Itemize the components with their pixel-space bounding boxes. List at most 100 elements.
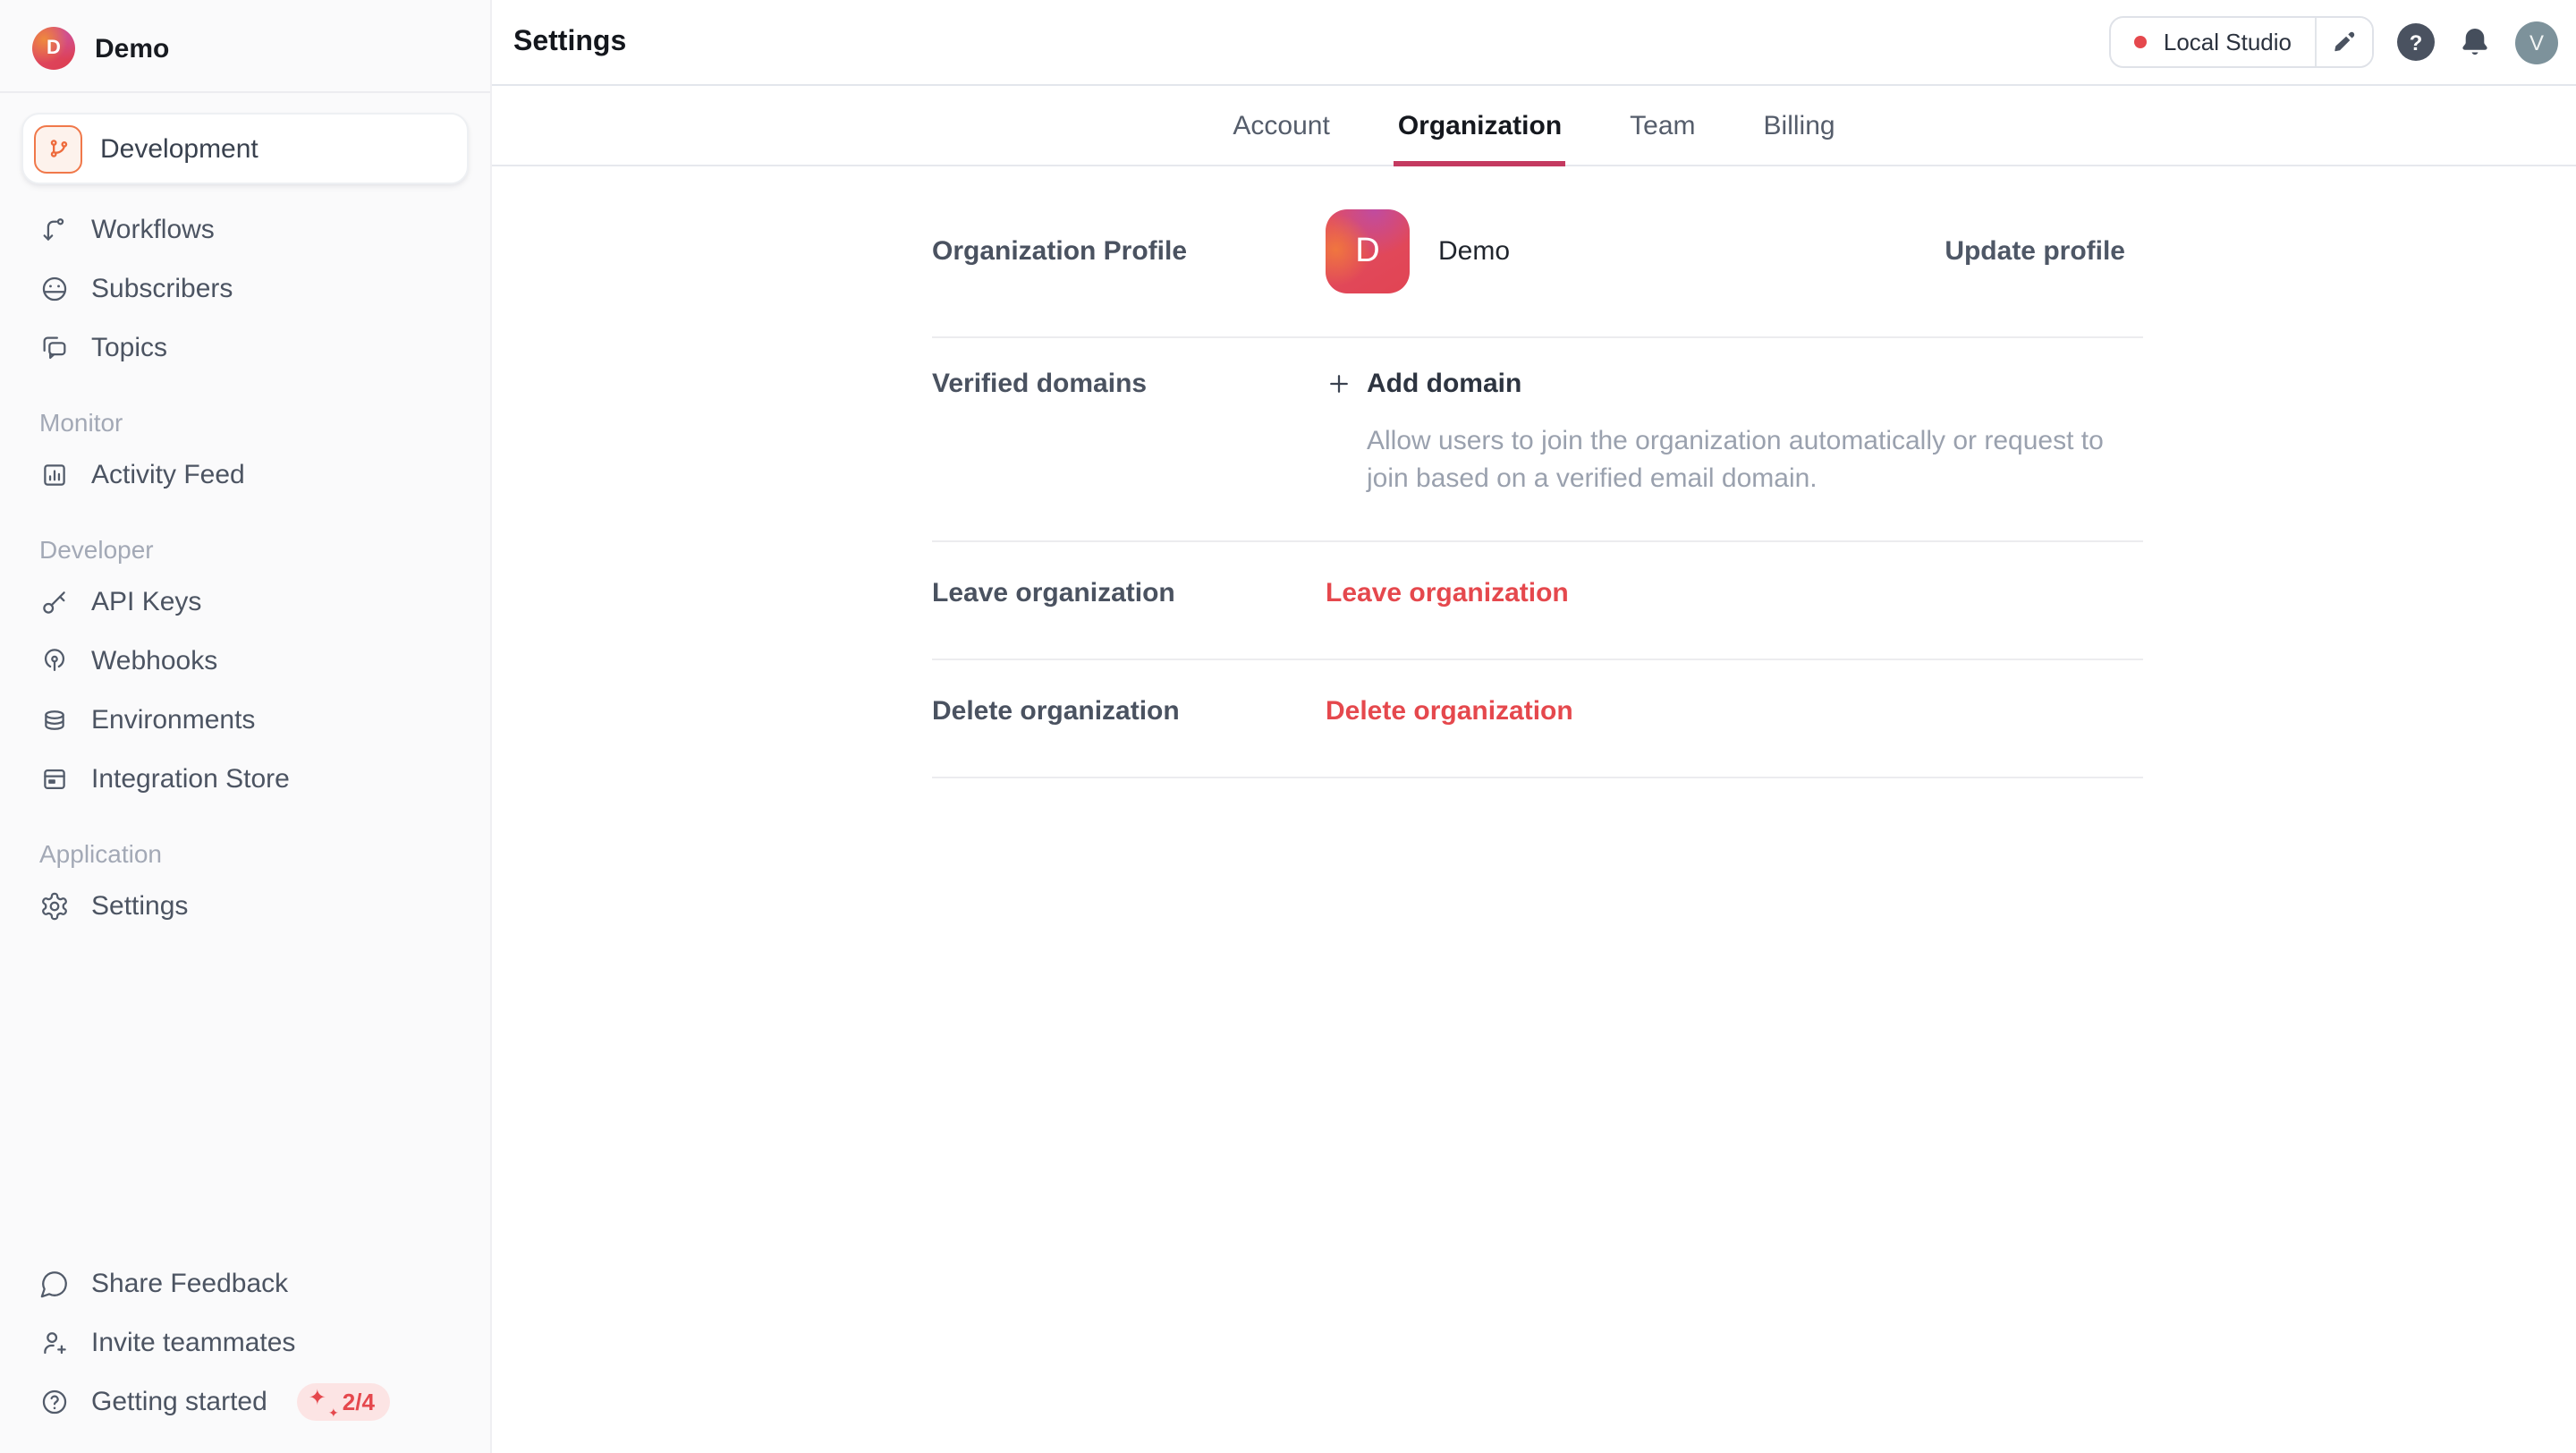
- organization-avatar: D: [1326, 209, 1410, 293]
- tab-label: Team: [1630, 110, 1695, 140]
- org-name: Demo: [95, 33, 169, 64]
- tab-organization[interactable]: Organization: [1394, 86, 1565, 165]
- activity-feed-icon: [39, 460, 70, 490]
- getting-started-button[interactable]: Getting started ✦✦ 2/4: [21, 1372, 469, 1432]
- topics-icon: [39, 333, 70, 363]
- tab-label: Organization: [1398, 110, 1562, 140]
- tab-label: Account: [1233, 110, 1329, 140]
- app-window: D Demo Development Workflows: [0, 0, 2576, 1453]
- share-feedback-label: Share Feedback: [91, 1269, 288, 1299]
- sidebar: D Demo Development Workflows: [0, 0, 492, 1453]
- row-label: Delete organization: [932, 696, 1326, 726]
- environment-selector[interactable]: Development: [21, 113, 469, 184]
- sidebar-item-label: API Keys: [91, 587, 201, 617]
- sidebar-item-label: Topics: [91, 333, 167, 363]
- row-label: Verified domains: [932, 369, 1326, 399]
- nav-section-monitor: Monitor: [21, 408, 469, 437]
- sidebar-item-environments[interactable]: Environments: [21, 691, 469, 750]
- leave-organization-button[interactable]: Leave organization: [1326, 578, 1569, 608]
- top-bar-actions: Local Studio ?: [2110, 16, 2558, 68]
- sidebar-item-integration-store[interactable]: Integration Store: [21, 750, 469, 809]
- key-icon: [39, 587, 70, 617]
- sparkles-icon: ✦✦: [310, 1389, 335, 1415]
- user-avatar-initial: V: [2529, 30, 2544, 55]
- sidebar-item-label: Webhooks: [91, 646, 217, 676]
- delete-organization-button[interactable]: Delete organization: [1326, 696, 1573, 726]
- sidebar-nav: Workflows Subscribers To: [21, 200, 469, 936]
- question-mark-icon: ?: [2410, 30, 2423, 55]
- subscribers-icon: [39, 274, 70, 304]
- organization-settings-content: Organization Profile D Demo Update profi…: [932, 166, 2143, 778]
- help-circle-icon: [39, 1387, 70, 1417]
- tab-team[interactable]: Team: [1626, 86, 1699, 165]
- git-branch-icon: [34, 124, 82, 173]
- local-studio-label: Local Studio: [2164, 29, 2292, 55]
- notifications-button[interactable]: [2458, 25, 2492, 59]
- main-area: Settings Local Studio: [492, 0, 2576, 1453]
- add-domain-label: Add domain: [1367, 369, 1521, 399]
- sidebar-item-topics[interactable]: Topics: [21, 319, 469, 378]
- sidebar-item-label: Activity Feed: [91, 460, 245, 490]
- org-switcher[interactable]: D Demo: [21, 23, 469, 91]
- plus-icon: [1326, 370, 1352, 397]
- sidebar-item-workflows[interactable]: Workflows: [21, 200, 469, 259]
- database-icon: [39, 705, 70, 735]
- verified-domains-description: Allow users to join the organization aut…: [1367, 422, 2143, 497]
- tab-billing[interactable]: Billing: [1760, 86, 1839, 165]
- org-avatar-initial: D: [47, 38, 61, 59]
- progress-count: 2/4: [343, 1389, 375, 1415]
- nav-section-developer: Developer: [21, 535, 469, 564]
- user-plus-icon: [39, 1328, 70, 1358]
- tab-account[interactable]: Account: [1229, 86, 1333, 165]
- organization-avatar-initial: D: [1355, 232, 1379, 271]
- share-feedback-button[interactable]: Share Feedback: [21, 1254, 469, 1313]
- local-studio-button[interactable]: Local Studio: [2112, 18, 2315, 66]
- chat-bubble-icon: [39, 1269, 70, 1299]
- sidebar-item-label: Integration Store: [91, 764, 290, 794]
- top-bar: Settings Local Studio: [492, 0, 2576, 86]
- organization-profile-row: Organization Profile D Demo Update profi…: [932, 166, 2143, 338]
- page-title: Settings: [513, 26, 626, 58]
- gear-icon: [39, 891, 70, 922]
- sidebar-item-label: Subscribers: [91, 274, 233, 304]
- nav-section-application: Application: [21, 839, 469, 868]
- bell-icon: [2458, 25, 2492, 59]
- verified-domains-cell: Add domain Allow users to join the organ…: [1326, 369, 2143, 497]
- sidebar-item-settings[interactable]: Settings: [21, 877, 469, 936]
- sidebar-item-api-keys[interactable]: API Keys: [21, 573, 469, 632]
- sidebar-item-subscribers[interactable]: Subscribers: [21, 259, 469, 319]
- edit-button[interactable]: [2317, 18, 2372, 66]
- delete-organization-row: Delete organization Delete organization: [932, 660, 2143, 778]
- invite-teammates-button[interactable]: Invite teammates: [21, 1313, 469, 1372]
- leave-organization-row: Leave organization Leave organization: [932, 542, 2143, 660]
- getting-started-label: Getting started: [91, 1387, 267, 1417]
- getting-started-progress-badge: ✦✦ 2/4: [298, 1383, 391, 1421]
- row-label: Leave organization: [932, 578, 1326, 608]
- sidebar-divider: [0, 91, 490, 93]
- tab-label: Billing: [1764, 110, 1835, 140]
- verified-domains-row: Verified domains Add domain Allow users …: [932, 338, 2143, 542]
- pencil-icon: [2333, 30, 2356, 54]
- help-button[interactable]: ?: [2397, 23, 2435, 61]
- sidebar-item-activity-feed[interactable]: Activity Feed: [21, 446, 469, 505]
- environment-label: Development: [100, 133, 258, 164]
- organization-profile-cell: D Demo Update profile: [1326, 209, 2143, 293]
- row-label: Organization Profile: [932, 236, 1326, 267]
- sidebar-item-webhooks[interactable]: Webhooks: [21, 632, 469, 691]
- status-dot-icon: [2135, 36, 2148, 48]
- invite-teammates-label: Invite teammates: [91, 1328, 295, 1358]
- sidebar-item-label: Settings: [91, 891, 188, 922]
- update-profile-button[interactable]: Update profile: [1945, 236, 2143, 267]
- sidebar-item-label: Environments: [91, 705, 255, 735]
- user-avatar[interactable]: V: [2515, 21, 2558, 64]
- local-studio-pill: Local Studio: [2110, 16, 2374, 68]
- add-domain-button[interactable]: Add domain: [1326, 369, 2143, 399]
- sidebar-item-label: Workflows: [91, 215, 215, 245]
- sidebar-spacer: [21, 936, 469, 1254]
- settings-tabs: Account Organization Team Billing: [492, 86, 2576, 166]
- organization-name: Demo: [1438, 236, 1510, 267]
- webhook-icon: [39, 646, 70, 676]
- workflows-icon: [39, 215, 70, 245]
- store-icon: [39, 764, 70, 794]
- org-avatar: D: [32, 27, 75, 70]
